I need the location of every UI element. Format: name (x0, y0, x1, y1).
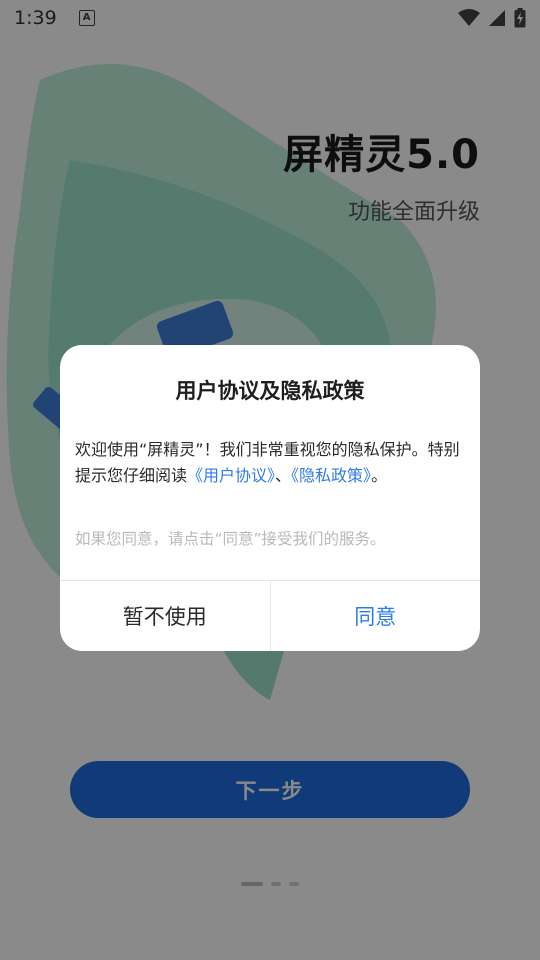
dialog-hint: 如果您同意，请点击“同意”接受我们的服务。 (75, 530, 386, 548)
dialog-title: 用户协议及隐私政策 (175, 379, 365, 403)
dialog-body: 欢迎使用“屏精灵”！我们非常重视您的隐私保护。特别提示您仔细阅读《用户协议》、《… (75, 437, 465, 489)
privacy-policy-link[interactable]: 《隐私政策》 (291, 466, 371, 485)
privacy-dialog: 用户协议及隐私政策 欢迎使用“屏精灵”！我们非常重视您的隐私保护。特别提示您仔细… (60, 345, 480, 651)
dialog-body-end: 。 (371, 466, 388, 485)
dialog-actions: 暂不使用 同意 (60, 580, 480, 651)
dialog-separator: 、 (275, 466, 292, 485)
decline-button[interactable]: 暂不使用 (60, 581, 271, 651)
agree-button[interactable]: 同意 (271, 581, 481, 651)
user-agreement-link[interactable]: 《用户协议》 (187, 466, 275, 485)
